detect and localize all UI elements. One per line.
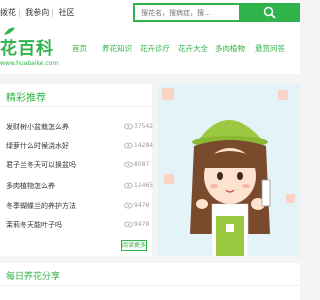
top-link-1[interactable]: 拨花 bbox=[0, 8, 16, 17]
nav-diagnosis[interactable]: 花卉诊疗 bbox=[140, 43, 170, 54]
nav-encyclopedia[interactable]: 花卉大全 bbox=[178, 43, 208, 54]
list-item[interactable]: 发财树小盆栽怎么养 37542 bbox=[6, 122, 154, 134]
view-count: 12465 bbox=[134, 182, 154, 189]
list-item[interactable]: 绿萝什么时候浇水好 14284 bbox=[6, 141, 154, 153]
list-item[interactable]: 多肉植物怎么养 12465 bbox=[6, 181, 154, 193]
top-link-3[interactable]: 社区 bbox=[59, 8, 75, 17]
top-bar: 拨花 | 我参向 | 社区 bbox=[0, 0, 300, 24]
main-nav: 首页 养花知识 花卉诊疗 花卉大全 多肉植物 悬赏问答 bbox=[70, 43, 300, 57]
view-count: 9476 bbox=[134, 202, 150, 209]
list-item-title[interactable]: 绿萝什么时候浇水好 bbox=[6, 141, 69, 151]
top-links: 拨花 | 我参向 | 社区 bbox=[0, 7, 77, 18]
eye-icon bbox=[124, 142, 133, 149]
nav-succulents[interactable]: 多肉植物 bbox=[215, 43, 245, 54]
top-link-2[interactable]: 我参向 bbox=[25, 8, 49, 17]
daily-share-section: 每日养花分享 bbox=[0, 263, 300, 300]
search-button[interactable] bbox=[240, 3, 300, 22]
banner-illustration bbox=[158, 84, 300, 256]
list-item-title[interactable]: 多肉植物怎么养 bbox=[6, 181, 55, 191]
featured-title: 精彩推荐 bbox=[6, 93, 46, 104]
daily-share-title: 每日养花分享 bbox=[6, 272, 61, 282]
list-item-title[interactable]: 发财树小盆栽怎么养 bbox=[6, 122, 69, 132]
view-count: 9478 bbox=[134, 221, 150, 228]
header: 花百科 www.huabaike.com 首页 养花知识 花卉诊疗 花卉大全 多… bbox=[0, 24, 300, 74]
view-count: 14284 bbox=[134, 142, 154, 149]
nav-knowledge[interactable]: 养花知识 bbox=[102, 43, 132, 54]
divider bbox=[0, 106, 152, 107]
logo-url: www.huabaike.com bbox=[0, 60, 59, 67]
search-box bbox=[133, 3, 241, 22]
separator: | bbox=[18, 8, 21, 17]
view-count: 37542 bbox=[134, 123, 154, 130]
eye-icon bbox=[124, 202, 133, 209]
list-item[interactable]: 君子兰冬天可以换盆吗 8087 bbox=[6, 160, 150, 172]
banner-image[interactable] bbox=[158, 84, 300, 256]
featured-panel: 精彩推荐 发财树小盆栽怎么养 37542 绿萝什么时候浇水好 14284 君子兰… bbox=[0, 84, 154, 256]
divider bbox=[0, 285, 300, 286]
view-count: 8087 bbox=[134, 161, 150, 168]
eye-icon bbox=[124, 182, 133, 189]
list-item-title[interactable]: 君子兰冬天可以换盆吗 bbox=[6, 160, 76, 170]
nav-qa[interactable]: 悬赏问答 bbox=[255, 43, 285, 54]
eye-icon bbox=[124, 161, 133, 168]
nav-home[interactable]: 首页 bbox=[72, 43, 87, 54]
list-item-title[interactable]: 茉莉冬天能叶子吗 bbox=[6, 220, 62, 230]
list-item[interactable]: 冬季蝴蝶兰的养护方法 9476 bbox=[6, 201, 150, 213]
list-item[interactable]: 茉莉冬天能叶子吗 9478 bbox=[6, 220, 150, 232]
list-item-title[interactable]: 冬季蝴蝶兰的养护方法 bbox=[6, 201, 76, 211]
separator: | bbox=[51, 8, 54, 17]
search-icon bbox=[263, 6, 276, 19]
logo[interactable]: 花百科 bbox=[0, 34, 54, 59]
read-more-button[interactable]: 阅读更多 bbox=[121, 240, 147, 251]
search-input[interactable] bbox=[141, 7, 237, 19]
eye-icon bbox=[124, 123, 133, 130]
eye-icon bbox=[124, 221, 133, 228]
